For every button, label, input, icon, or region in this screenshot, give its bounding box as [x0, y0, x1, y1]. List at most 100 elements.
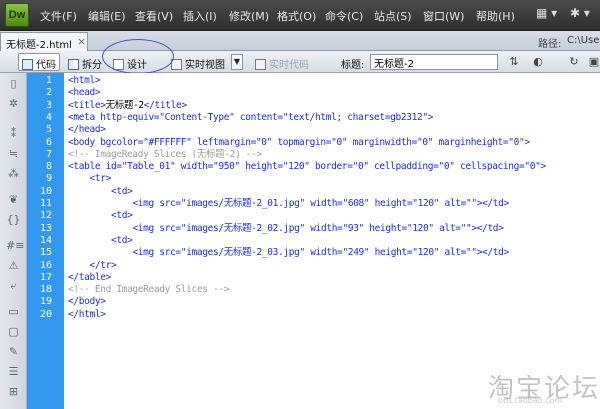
- design-view-button[interactable]: 设计: [109, 53, 151, 71]
- remove-comment-icon[interactable]: ▢: [6, 325, 21, 339]
- code-line[interactable]: </tr>: [68, 260, 116, 272]
- code-line[interactable]: </table>: [68, 272, 111, 284]
- split-view-icon: [68, 59, 79, 70]
- code-tag: <img src="images/无标题-2_01.jpg" width="60…: [132, 198, 483, 209]
- code-line[interactable]: <td>: [68, 186, 133, 198]
- menu-window[interactable]: 窗口(W): [423, 8, 464, 24]
- live-view-button[interactable]: 实时视图: [167, 53, 229, 71]
- menu-format[interactable]: 格式(O): [277, 8, 316, 24]
- document-tab-bar: 无标题-2.html × 路径: C:\Use: [0, 31, 600, 51]
- line-number: 15: [39, 247, 52, 259]
- collapse-full-tag-icon[interactable]: ⁑: [6, 127, 21, 141]
- line-number: 6: [45, 136, 52, 148]
- show-code-navigator-icon[interactable]: ✲: [6, 97, 21, 111]
- menu-bar: Dw 文件(F) 编辑(E) 查看(V) 插入(I) 修改(M) 格式(O) 命…: [0, 0, 600, 31]
- code-line[interactable]: <img src="images/无标题-2_03.jpg" width="24…: [68, 247, 509, 259]
- code-line[interactable]: <meta http-equiv="Content-Type" content=…: [68, 112, 433, 124]
- code-line[interactable]: <img src="images/无标题-2_01.jpg" width="60…: [68, 198, 509, 210]
- code-line[interactable]: <!-- ImageReady Slices (无标题-2) -->: [68, 149, 262, 161]
- open-documents-icon[interactable]: ▯: [6, 77, 21, 91]
- menu-help[interactable]: 帮助(H): [476, 8, 515, 24]
- code-line[interactable]: <title>无标题-2</title>: [68, 100, 187, 112]
- menu-view[interactable]: 查看(V): [135, 8, 173, 24]
- menu-file[interactable]: 文件(F): [40, 8, 77, 24]
- line-number: 11: [39, 198, 52, 209]
- code-tag: <head>: [68, 87, 101, 99]
- code-tag: </table>: [68, 271, 111, 283]
- menu-commands[interactable]: 命令(C): [325, 8, 363, 24]
- code-tag: <td>: [110, 210, 133, 222]
- code-line[interactable]: <head>: [68, 87, 101, 99]
- menu-modify[interactable]: 修改(M): [229, 8, 269, 24]
- line-number: 10: [39, 185, 52, 197]
- code-tag: <body bgcolor="#FFFFFF" leftmargin="0" t…: [68, 136, 530, 148]
- live-view-dropdown[interactable]: ▼: [231, 54, 243, 70]
- line-number: 12: [39, 210, 52, 222]
- code-line[interactable]: <tr>: [68, 173, 111, 185]
- code-tag: </html>: [68, 308, 106, 320]
- code-line[interactable]: </html>: [68, 309, 106, 321]
- code-line[interactable]: <td>: [68, 235, 133, 247]
- layout-icon[interactable]: ▦ ▾: [536, 6, 557, 20]
- refresh-icon[interactable]: ↻: [566, 55, 582, 69]
- apply-comment-icon[interactable]: ▭: [6, 305, 21, 319]
- wrap-tag-icon[interactable]: ✎: [6, 345, 21, 359]
- document-tab[interactable]: 无标题-2.html ×: [0, 32, 88, 51]
- code-tag: <title>: [68, 99, 106, 111]
- word-wrap-icon[interactable]: ⤶: [6, 279, 21, 293]
- line-number: 14: [39, 234, 52, 246]
- code-view-button[interactable]: 代码: [18, 53, 60, 71]
- code-comment: <!-- ImageReady Slices (无标题-2) -->: [68, 148, 262, 160]
- select-parent-tag-icon[interactable]: ❦: [6, 193, 21, 207]
- browser-preview-icon[interactable]: ◐: [530, 55, 546, 69]
- code-tag: </head>: [68, 124, 106, 136]
- file-management-icon[interactable]: ⇅: [506, 55, 522, 69]
- code-line[interactable]: <td>: [68, 210, 133, 222]
- expand-all-icon[interactable]: ⁂: [6, 167, 21, 181]
- close-icon[interactable]: ×: [77, 35, 86, 48]
- highlight-invalid-code-icon[interactable]: ⚠: [6, 259, 21, 273]
- document-tab-label: 无标题-2.html: [6, 40, 72, 51]
- gear-icon[interactable]: ✱ ▾: [570, 6, 590, 20]
- split-view-button[interactable]: 拆分: [64, 53, 106, 71]
- code-view-icon: [22, 59, 33, 70]
- path-value: C:\Use: [567, 35, 600, 46]
- collapse-selection-icon[interactable]: ≒: [6, 147, 21, 161]
- balance-braces-icon[interactable]: {}: [6, 213, 21, 227]
- live-code-label: 实时代码: [269, 60, 309, 71]
- menu-insert[interactable]: 插入(I): [183, 8, 217, 24]
- code-line[interactable]: <body bgcolor="#FFFFFF" leftmargin="0" t…: [68, 137, 530, 149]
- watermark-url: bbs.taobao.com: [498, 396, 563, 405]
- split-view-label: 拆分: [82, 60, 102, 71]
- code-tag: <img src="images/无标题-2_03.jpg" width="24…: [132, 247, 483, 259]
- line-numbers-icon[interactable]: #≡: [6, 239, 24, 253]
- code-tag: </title>: [143, 99, 187, 111]
- design-view-label: 设计: [127, 60, 147, 71]
- menu-site[interactable]: 站点(S): [374, 8, 412, 24]
- move-css-icon[interactable]: ⊞: [6, 385, 21, 399]
- code-tag: <html>: [68, 75, 101, 86]
- code-line[interactable]: <table id="Table_01" width="950" height=…: [68, 161, 546, 173]
- live-view-label: 实时视图: [185, 60, 225, 71]
- title-field[interactable]: [370, 54, 498, 70]
- line-number: 2: [45, 87, 52, 99]
- code-line[interactable]: <img src="images/无标题-2_02.jpg" width="93…: [68, 223, 503, 235]
- code-tag: </body>: [68, 296, 106, 308]
- live-code-button[interactable]: 实时代码: [251, 53, 313, 71]
- line-number: 16: [39, 259, 52, 271]
- code-line[interactable]: </head>: [68, 124, 106, 136]
- line-number: 20: [39, 308, 52, 320]
- code-line[interactable]: <!-- End ImageReady Slices -->: [68, 284, 229, 296]
- code-line[interactable]: <html>: [68, 75, 101, 87]
- recent-snippets-icon[interactable]: ☰: [6, 365, 21, 379]
- code-tag: <meta http-equiv="Content-Type" content=…: [68, 111, 434, 123]
- view-options-icon[interactable]: ▣: [586, 55, 600, 69]
- coding-toolbar: ▯ ✲ ⁑ ≒ ⁂ ❦ {} #≡ ⚠ ⤶ ▭ ▢ ✎ ☰ ⊞: [0, 73, 27, 409]
- menu-edit[interactable]: 编辑(E): [88, 8, 126, 24]
- code-line[interactable]: </body>: [68, 296, 106, 308]
- code-text: 无标题-2: [105, 99, 145, 111]
